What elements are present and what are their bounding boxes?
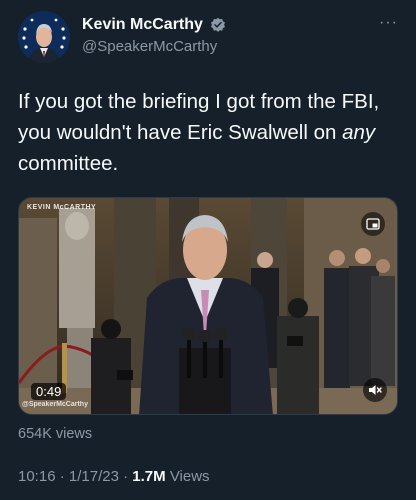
- picture-in-picture-icon[interactable]: [361, 212, 385, 236]
- more-options-icon[interactable]: ···: [379, 14, 398, 32]
- video-view-count: 654K views: [18, 426, 93, 442]
- total-views-count[interactable]: 1.7M: [132, 468, 165, 485]
- meta-separator: ·: [59, 468, 65, 485]
- pip-glyph-icon: [366, 218, 380, 230]
- author-avatar[interactable]: [18, 11, 70, 63]
- author-name-row[interactable]: Kevin McCarthy: [82, 16, 226, 36]
- meta-separator: ·: [123, 468, 129, 485]
- video-watermark-bottom: @SpeakerMcCarthy: [22, 401, 88, 408]
- mute-toggle-button[interactable]: [363, 378, 387, 402]
- author-name[interactable]: Kevin McCarthy: [82, 16, 203, 33]
- portrait-icon: [18, 11, 70, 63]
- tweet-text-start: If you got the briefing I got from the F…: [18, 90, 380, 144]
- speaker-muted-icon: [369, 385, 382, 395]
- tweet-text: If you got the briefing I got from the F…: [18, 86, 403, 179]
- total-views-label: Views: [169, 468, 210, 485]
- tweet-date[interactable]: 1/17/23: [69, 468, 119, 485]
- tweet-metadata: 10:16 · 1/17/23 · 1.7M Views: [18, 468, 210, 485]
- author-handle[interactable]: @SpeakerMcCarthy: [82, 38, 217, 55]
- tweet-text-end: committee.: [18, 152, 119, 175]
- tweet-header: Kevin McCarthy @SpeakerMcCarthy ···: [0, 0, 416, 72]
- tweet-time[interactable]: 10:16: [18, 468, 56, 485]
- tweet-text-emphasis: any: [342, 121, 376, 144]
- video-frame: [19, 198, 397, 414]
- video-player[interactable]: KEVIN McCARTHY @SpeakerMcCarthy 0:49: [18, 197, 398, 415]
- video-watermark-top: KEVIN McCARTHY: [27, 204, 97, 211]
- verified-badge-icon: [211, 17, 226, 32]
- video-duration: 0:49: [31, 383, 67, 400]
